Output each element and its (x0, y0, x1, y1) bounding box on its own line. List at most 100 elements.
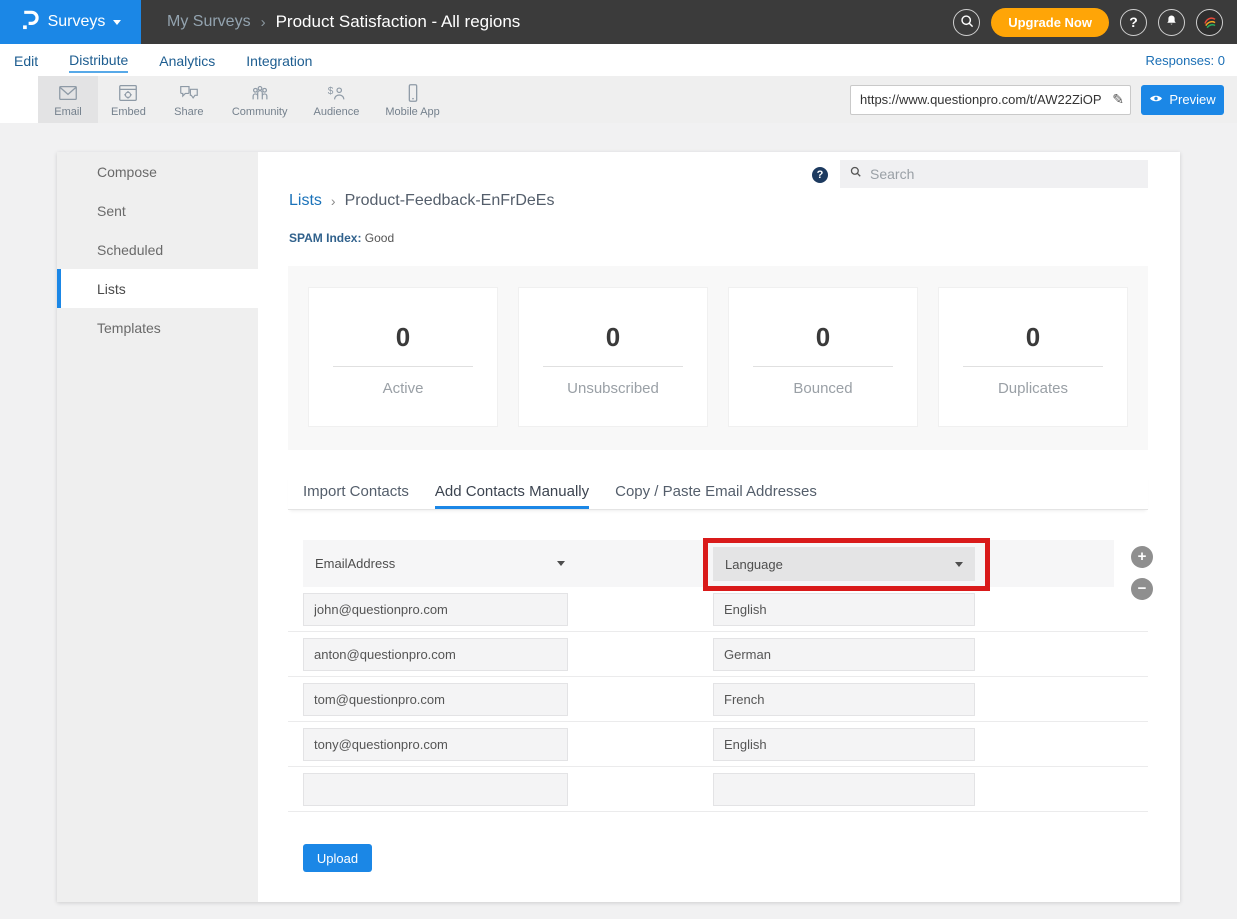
language-field[interactable] (713, 683, 975, 716)
contact-row (288, 677, 1148, 722)
list-detail-content: ? Lists › Product-Feedback-EnFrDeEs SPAM… (258, 152, 1180, 902)
tab-add-contacts-manually[interactable]: Add Contacts Manually (435, 483, 589, 509)
toolbar-item-label: Community (232, 106, 288, 118)
chevron-down-icon (113, 20, 121, 25)
avatar[interactable] (1196, 9, 1223, 36)
help-button[interactable]: ? (1120, 9, 1147, 36)
breadcrumb-current-list: Product-Feedback-EnFrDeEs (345, 192, 555, 210)
contacts-tabs: Import Contacts Add Contacts Manually Co… (288, 474, 1148, 510)
stat-label: Unsubscribed (519, 380, 707, 397)
tab-import-contacts[interactable]: Import Contacts (303, 483, 409, 509)
stat-label: Bounced (729, 380, 917, 397)
divider (333, 366, 473, 367)
chevron-down-icon (557, 561, 565, 566)
search-icon (959, 13, 975, 32)
questionpro-app: Surveys My Surveys › Product Satisfactio… (0, 0, 1237, 919)
search-button[interactable] (953, 9, 980, 36)
contact-row (288, 587, 1148, 632)
notifications-button[interactable] (1158, 9, 1185, 36)
tab-analytics[interactable]: Analytics (159, 48, 215, 72)
toolbar-item-mobile-app[interactable]: Mobile App (372, 76, 452, 123)
toolbar-item-share[interactable]: Share (159, 76, 219, 123)
email-sidebar: Compose Sent Scheduled Lists Templates (57, 152, 258, 902)
language-field[interactable] (713, 728, 975, 761)
envelope-icon (56, 82, 80, 104)
breadcrumb-my-surveys[interactable]: My Surveys (167, 13, 251, 31)
preview-label: Preview (1169, 92, 1215, 107)
toolbar-item-audience[interactable]: $ Audience (300, 76, 372, 123)
email-field[interactable] (303, 638, 568, 671)
tab-edit[interactable]: Edit (14, 48, 38, 72)
breadcrumb-separator: › (331, 193, 336, 209)
dropdown-value: Language (725, 557, 783, 572)
language-field[interactable] (713, 638, 975, 671)
help-hint-icon[interactable]: ? (812, 167, 828, 183)
community-icon (248, 82, 272, 104)
stat-value: 0 (939, 322, 1127, 353)
toolbar-item-email[interactable]: Email (38, 76, 98, 123)
stat-label: Duplicates (939, 380, 1127, 397)
contact-row (288, 722, 1148, 767)
upgrade-now-button[interactable]: Upgrade Now (991, 8, 1109, 37)
survey-url-input[interactable] (850, 85, 1131, 115)
questionpro-logo-icon (20, 8, 40, 37)
email-column-dropdown[interactable]: EmailAddress (315, 556, 565, 571)
bell-icon (1164, 13, 1179, 31)
preview-button[interactable]: Preview (1141, 85, 1224, 115)
spam-index-label: SPAM Index: (289, 231, 361, 245)
tab-integration[interactable]: Integration (246, 48, 312, 72)
chevron-down-icon (955, 562, 963, 567)
search-icon (849, 165, 862, 183)
divider (753, 366, 893, 367)
email-field[interactable] (303, 683, 568, 716)
email-lists-card: Compose Sent Scheduled Lists Templates ?… (57, 152, 1180, 902)
stat-card-duplicates: 0 Duplicates (938, 287, 1128, 427)
tab-distribute[interactable]: Distribute (69, 47, 128, 73)
add-row-button[interactable]: + (1131, 546, 1153, 568)
sidebar-item-lists[interactable]: Lists (57, 269, 258, 308)
email-field[interactable] (303, 593, 568, 626)
contact-row (288, 767, 1148, 812)
stat-value: 0 (519, 322, 707, 353)
stat-card-active: 0 Active (308, 287, 498, 427)
toolbar-item-community[interactable]: Community (219, 76, 301, 123)
breadcrumb-lists-link[interactable]: Lists (289, 192, 322, 210)
spam-index-value: Good (365, 231, 394, 245)
embed-icon (116, 82, 140, 104)
toolbar-strip: Email Embed Share Community (38, 76, 1237, 123)
sidebar-item-compose[interactable]: Compose (57, 152, 258, 191)
edit-pencil-icon[interactable]: ✎ (1112, 91, 1124, 108)
sidebar-item-templates[interactable]: Templates (57, 308, 258, 347)
tab-copy-paste-email-addresses[interactable]: Copy / Paste Email Addresses (615, 483, 817, 509)
survey-nav: Edit Distribute Analytics Integration Re… (0, 44, 1237, 76)
email-field[interactable] (303, 773, 568, 806)
product-switcher[interactable]: Surveys (0, 0, 141, 44)
product-label: Surveys (48, 13, 106, 31)
toolbar-item-label: Mobile App (385, 106, 439, 118)
survey-title: Product Satisfaction - All regions (276, 12, 521, 32)
eye-icon (1149, 92, 1163, 107)
responses-count: Responses: 0 (1146, 53, 1226, 68)
email-field[interactable] (303, 728, 568, 761)
svg-text:$: $ (328, 86, 334, 97)
toolbar-item-label: Embed (111, 106, 146, 118)
sidebar-item-sent[interactable]: Sent (57, 191, 258, 230)
search-input[interactable] (870, 166, 1139, 182)
language-column-dropdown[interactable]: Language (713, 547, 975, 581)
distribute-toolbar: Email Embed Share Community (0, 76, 1237, 123)
divider (963, 366, 1103, 367)
column-mapping-row: EmailAddress Language (303, 540, 1114, 587)
language-field[interactable] (713, 593, 975, 626)
divider (543, 366, 683, 367)
upload-button[interactable]: Upload (303, 844, 372, 872)
stat-value: 0 (309, 322, 497, 353)
remove-row-button[interactable]: − (1131, 578, 1153, 600)
toolbar-item-embed[interactable]: Embed (98, 76, 159, 123)
sidebar-item-scheduled[interactable]: Scheduled (57, 230, 258, 269)
language-field[interactable] (713, 773, 975, 806)
contact-rows (288, 587, 1148, 812)
share-icon (177, 82, 201, 104)
list-search (840, 160, 1148, 188)
toolbar-item-label: Email (54, 106, 82, 118)
dropdown-value: EmailAddress (315, 556, 395, 571)
